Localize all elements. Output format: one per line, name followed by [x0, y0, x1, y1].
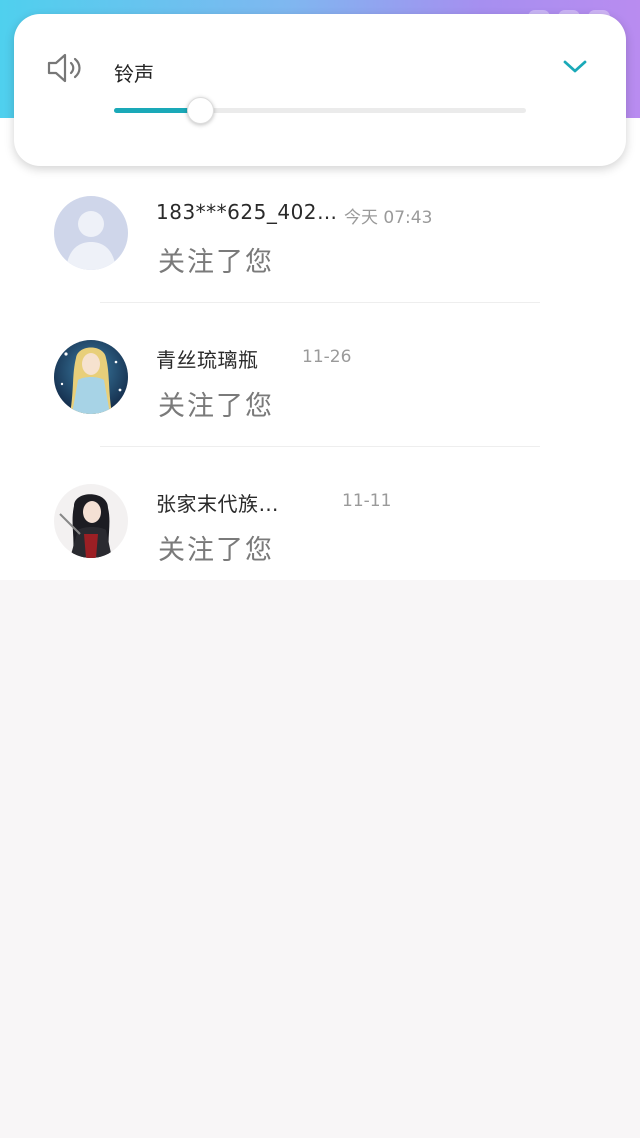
speaker-icon[interactable]: [46, 52, 84, 84]
follow-message: 关注了您: [158, 391, 274, 422]
timestamp: 11-26: [302, 347, 352, 367]
list-item[interactable]: 青丝琉璃瓶 11-26 关注了您: [0, 322, 640, 466]
volume-panel: 铃声: [14, 14, 626, 166]
follow-message: 关注了您: [158, 535, 274, 566]
ringtone-label: 铃声: [114, 62, 154, 86]
avatar[interactable]: [54, 484, 128, 558]
divider: [100, 302, 540, 303]
divider: [100, 446, 540, 447]
user-name[interactable]: 青丝琉璃瓶: [156, 344, 259, 373]
chevron-down-icon[interactable]: [562, 56, 588, 78]
timestamp: 今天 07:43: [344, 208, 433, 228]
user-name[interactable]: 张家末代族…: [156, 488, 279, 517]
list-item[interactable]: 张家末代族… 11-11 关注了您: [0, 466, 640, 610]
avatar[interactable]: [54, 340, 128, 414]
volume-slider-thumb[interactable]: [187, 97, 215, 124]
user-name[interactable]: 183***625_402…: [156, 200, 338, 224]
follow-message: 关注了您: [158, 247, 274, 278]
avatar[interactable]: [54, 196, 128, 270]
timestamp: 11-11: [342, 491, 392, 511]
follower-notification-list: 183***625_402… 今天 07:43 关注了您 青丝琉璃瓶 11-26…: [0, 118, 640, 580]
list-item[interactable]: 183***625_402… 今天 07:43 关注了您: [0, 178, 640, 322]
volume-slider[interactable]: [114, 97, 526, 124]
